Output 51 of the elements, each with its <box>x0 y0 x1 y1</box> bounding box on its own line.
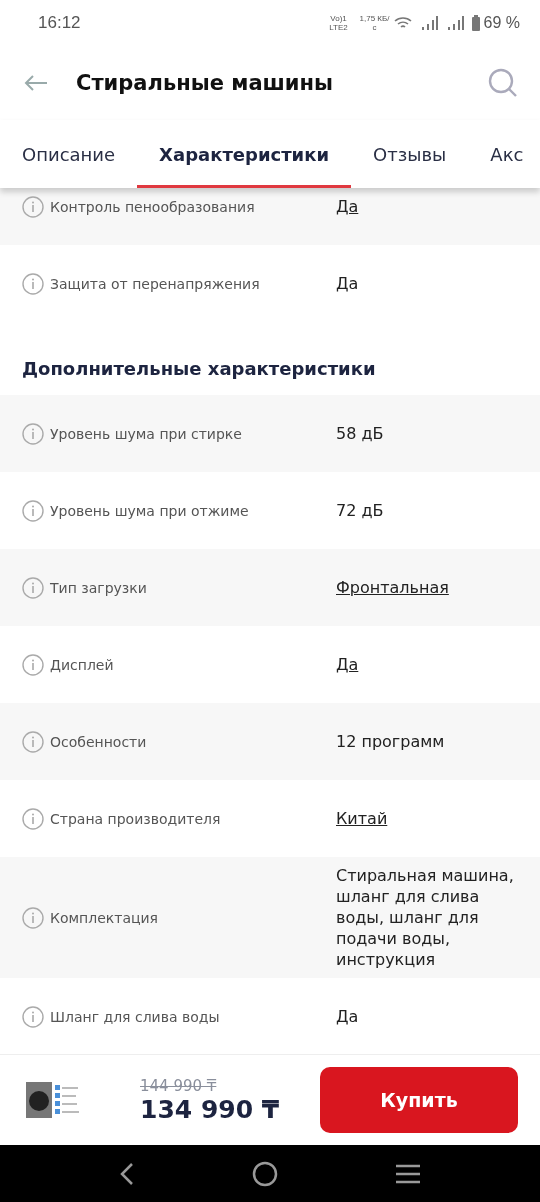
spec-value-link[interactable]: Да <box>336 188 520 225</box>
info-icon[interactable] <box>22 576 44 599</box>
tab[interactable]: Акс <box>468 144 540 188</box>
info-icon[interactable] <box>22 653 44 676</box>
menu-icon[interactable] <box>395 1162 422 1185</box>
tab[interactable]: Описание <box>0 144 138 188</box>
spec-name: Контроль пенообразования <box>50 198 256 215</box>
spec-value-link[interactable]: Да <box>336 646 520 683</box>
info-icon[interactable] <box>22 422 44 445</box>
spec-name: Уровень шума при стирке <box>50 425 243 442</box>
back-arrow-icon[interactable] <box>24 73 48 92</box>
back-icon[interactable] <box>118 1161 135 1186</box>
spec-name: Защита от перенапряжения <box>50 275 261 292</box>
spec-value: 72 дБ <box>336 500 385 522</box>
spec-value-link[interactable]: Фронтальная <box>336 569 520 606</box>
info-icon[interactable] <box>22 730 44 753</box>
spec-name: Уровень шума при отжиме <box>50 502 250 519</box>
spec-value: Да <box>336 273 360 295</box>
spec-value: 58 дБ <box>336 423 385 445</box>
page-title: Стиральные машины <box>76 70 335 95</box>
buy-button[interactable]: Купить <box>320 1067 518 1133</box>
spec-name: Страна производителя <box>50 810 222 827</box>
battery-icon <box>471 14 480 31</box>
tab[interactable]: Отзывы <box>351 144 469 188</box>
search-icon[interactable] <box>488 67 518 98</box>
signal-icon <box>419 15 438 30</box>
spec-value: Да <box>336 1006 360 1028</box>
price: 134 990 ₸ <box>140 1094 281 1124</box>
spec-name: Особенности <box>50 733 148 750</box>
info-icon[interactable] <box>22 807 44 830</box>
home-icon[interactable] <box>252 1160 278 1187</box>
info-icon[interactable] <box>22 499 44 522</box>
old-price: 144 990 ₸ <box>140 1076 218 1095</box>
info-icon[interactable] <box>22 272 44 295</box>
spec-name: Шланг для слива воды <box>50 1008 221 1025</box>
info-icon[interactable] <box>22 906 44 929</box>
spec-name: Комплектация <box>50 909 160 926</box>
spec-value: 12 программ <box>336 731 446 753</box>
info-icon[interactable] <box>22 195 44 218</box>
spec-name: Тип загрузки <box>50 579 148 596</box>
clock: 16:12 <box>38 12 82 33</box>
signal-icon <box>445 15 464 30</box>
data-speed: 1,75 КБ/с <box>359 13 390 32</box>
battery-level: 69 % <box>483 13 520 32</box>
section-title: Дополнительные характеристики <box>21 357 377 381</box>
spec-name: Дисплей <box>50 656 115 673</box>
info-icon[interactable] <box>22 1005 44 1028</box>
spec-value-link[interactable]: Китай <box>336 800 520 837</box>
network-type: Vo)1 LTE2 <box>328 13 349 32</box>
wifi-icon <box>393 15 412 30</box>
spec-value: Стиральная машина, шланг для слива воды, шланг для подачи воды, инструкция <box>336 865 515 971</box>
